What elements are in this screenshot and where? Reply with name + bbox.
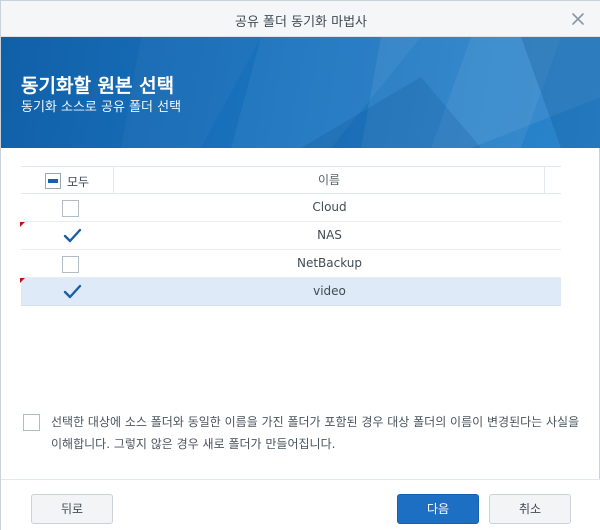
header-title: 동기화할 원본 선택: [21, 75, 175, 97]
wizard-footer: 뒤로 다음 취소: [1, 479, 600, 530]
select-all-label: 모두: [67, 175, 90, 189]
select-all-column: 모두: [21, 167, 114, 193]
name-column-header[interactable]: 이름: [114, 167, 545, 193]
acknowledge-checkbox[interactable]: [23, 414, 40, 431]
row-checkbox-checked[interactable]: [62, 226, 82, 246]
modified-marker: [20, 222, 25, 227]
row-checkbox[interactable]: [62, 200, 79, 217]
folder-name: NAS: [317, 228, 342, 242]
window-title: 공유 폴더 동기화 마법사: [235, 15, 367, 30]
row-checkbox[interactable]: [62, 256, 79, 273]
back-button[interactable]: 뒤로: [31, 494, 113, 524]
grid-rows: Cloud NAS NetBackup video: [20, 194, 561, 306]
table-row[interactable]: NAS: [20, 222, 561, 250]
folder-name: Cloud: [312, 200, 347, 214]
sync-wizard-dialog: 공유 폴더 동기화 마법사 동기화할 원본 선택 동기화 소스로 공유 폴더 선…: [0, 0, 600, 530]
select-all-checkbox[interactable]: [45, 173, 61, 189]
wizard-header: 동기화할 원본 선택 동기화 소스로 공유 폴더 선택: [1, 37, 600, 148]
folder-name: video: [313, 284, 346, 298]
grid-header: 모두 이름: [21, 166, 561, 194]
next-button[interactable]: 다음: [397, 494, 479, 524]
table-row[interactable]: Cloud: [21, 194, 561, 222]
modified-marker: [20, 278, 25, 283]
table-row[interactable]: video: [20, 278, 561, 306]
table-row[interactable]: NetBackup: [21, 250, 561, 278]
cancel-button[interactable]: 취소: [489, 494, 571, 524]
close-icon[interactable]: [569, 10, 587, 28]
row-checkbox-checked[interactable]: [62, 282, 82, 302]
indeterminate-icon: [48, 179, 58, 183]
title-bar: 공유 폴더 동기화 마법사: [1, 1, 600, 37]
acknowledge-text: 선택한 대상에 소스 폴더와 동일한 이름을 가진 폴더가 포함된 경우 대상 …: [51, 415, 580, 451]
shared-folder-grid: 모두 이름 Cloud NAS NetBackup video: [20, 166, 561, 306]
folder-name: NetBackup: [296, 256, 363, 270]
header-subtitle: 동기화 소스로 공유 폴더 선택: [21, 100, 182, 115]
